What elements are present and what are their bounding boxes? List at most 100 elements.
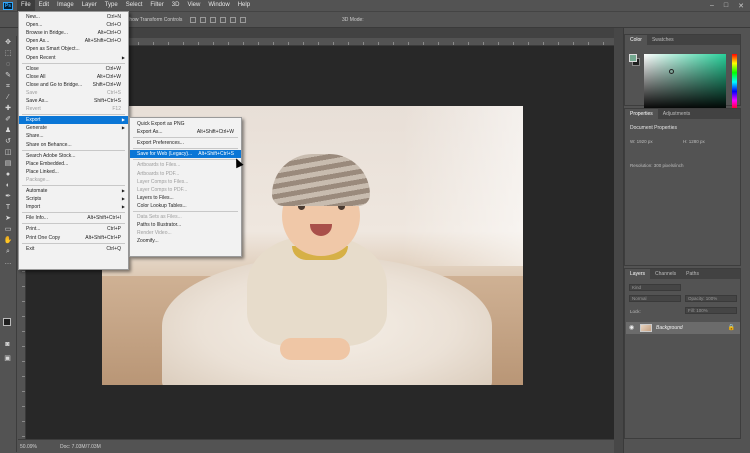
tab-paths[interactable]: Paths	[681, 269, 704, 279]
menu-help[interactable]: Help	[234, 0, 254, 11]
tab-properties[interactable]: Properties	[625, 109, 658, 119]
file-item-import[interactable]: Import ▶	[19, 203, 128, 211]
zoom-level[interactable]: 50.09%	[20, 444, 37, 450]
visibility-eye-icon[interactable]: ◉	[629, 324, 634, 331]
file-item-open-as-smart-object[interactable]: Open as Smart Object...	[19, 45, 128, 53]
show-transform-controls-label[interactable]: Show Transform Controls	[126, 17, 182, 23]
file-item-open-as[interactable]: Open As... Alt+Shift+Ctrl+O	[19, 37, 128, 45]
align-bottom-icon[interactable]	[240, 17, 246, 23]
color-panel-fg-swatch[interactable]	[629, 54, 637, 62]
more-tools-icon[interactable]: …	[4, 258, 13, 267]
minimize-icon[interactable]: –	[710, 2, 714, 10]
color-picker-field[interactable]	[644, 54, 726, 110]
menu-file[interactable]: File	[17, 0, 35, 11]
tab-channels[interactable]: Channels	[650, 269, 681, 279]
lock-icon[interactable]: 🔒	[728, 324, 735, 331]
export-item-artboards-to-pdf[interactable]: Artboards to PDF...	[130, 170, 241, 178]
menu-filter[interactable]: Filter	[146, 0, 167, 11]
blend-mode-select[interactable]: Normal	[629, 295, 681, 302]
file-item-save[interactable]: Save Ctrl+S	[19, 89, 128, 97]
file-item-scripts[interactable]: Scripts ▶	[19, 195, 128, 203]
width-value[interactable]: W: 1920 px	[630, 139, 653, 144]
export-item-layers-to-files[interactable]: Layers to Files...	[130, 194, 241, 202]
tab-layers[interactable]: Layers	[625, 269, 651, 279]
file-item-close-all[interactable]: Close All Alt+Ctrl+W	[19, 73, 128, 81]
align-top-icon[interactable]	[220, 17, 226, 23]
history-brush-tool-icon[interactable]: ↺	[4, 137, 13, 146]
opacity-field[interactable]: Opacity: 100%	[685, 295, 737, 302]
export-item-save-for-web-legacy[interactable]: Save for Web (Legacy)... Alt+Shift+Ctrl+S	[130, 150, 241, 159]
file-item-package[interactable]: Package...	[19, 176, 128, 184]
file-item-share[interactable]: Share...	[19, 132, 128, 140]
height-value[interactable]: H: 1280 px	[683, 139, 705, 144]
file-item-open[interactable]: Open... Ctrl+O	[19, 21, 128, 29]
hand-tool-icon[interactable]: ✋	[4, 236, 13, 245]
marquee-tool-icon[interactable]: ⬚	[4, 49, 13, 58]
export-item-render-video[interactable]: Render Video...	[130, 229, 241, 237]
pen-tool-icon[interactable]: ✒	[4, 192, 13, 201]
export-item-quick-export-as-png[interactable]: Quick Export as PNG	[130, 120, 241, 128]
eyedropper-tool-icon[interactable]: ⁄	[4, 93, 13, 102]
color-picker-handle[interactable]	[669, 69, 674, 74]
align-left-icon[interactable]	[190, 17, 196, 23]
gradient-tool-icon[interactable]: ▤	[4, 159, 13, 168]
file-item-export[interactable]: Export ▶	[19, 116, 128, 125]
quick-mask-icon[interactable]: ◙	[3, 340, 12, 349]
file-item-open-recent[interactable]: Open Recent ▶	[19, 54, 128, 62]
file-item-browse-in-bridge[interactable]: Browse in Bridge... Alt+Ctrl+O	[19, 29, 128, 37]
align-middle-icon[interactable]	[230, 17, 236, 23]
hue-slider[interactable]	[732, 54, 737, 110]
file-item-revert[interactable]: Revert F12	[19, 105, 128, 113]
file-item-file-info[interactable]: File Info... Alt+Shift+Ctrl+I	[19, 214, 128, 222]
crop-tool-icon[interactable]: ⌗	[4, 82, 13, 91]
path-select-tool-icon[interactable]: ➤	[4, 214, 13, 223]
stamp-tool-icon[interactable]: ♟	[4, 126, 13, 135]
file-item-automate[interactable]: Automate ▶	[19, 187, 128, 195]
file-item-close-and-go-to-bridge[interactable]: Close and Go to Bridge... Shift+Ctrl+W	[19, 81, 128, 89]
menu-3d[interactable]: 3D	[168, 0, 184, 11]
brush-tool-icon[interactable]: ✐	[4, 115, 13, 124]
export-item-export-as[interactable]: Export As... Alt+Shift+Ctrl+W	[130, 128, 241, 136]
document-size[interactable]: Doc: 7.03M/7.03M	[60, 444, 101, 450]
fill-field[interactable]: Fill: 100%	[685, 307, 737, 314]
resolution-value[interactable]: Resolution: 300 pixels/inch	[630, 163, 684, 168]
align-center-icon[interactable]	[200, 17, 206, 23]
export-item-layer-comps-to-pdf[interactable]: Layer Comps to PDF...	[130, 186, 241, 194]
file-item-new[interactable]: New... Ctrl+N	[19, 13, 128, 21]
export-item-zoomify[interactable]: Zoomify...	[130, 237, 241, 245]
move-tool-icon[interactable]: ✥	[4, 38, 13, 47]
foreground-color-swatch[interactable]	[3, 318, 11, 326]
menu-edit[interactable]: Edit	[35, 0, 53, 11]
close-icon[interactable]: ✕	[738, 2, 744, 10]
file-item-print[interactable]: Print... Ctrl+P	[19, 225, 128, 233]
layer-background[interactable]: ◉ Background 🔒	[626, 322, 740, 334]
maximize-icon[interactable]: □	[724, 2, 728, 10]
tab-adjustments[interactable]: Adjustments	[658, 109, 696, 119]
layer-filter-kind[interactable]: Kind	[629, 284, 681, 291]
file-item-save-as[interactable]: Save As... Shift+Ctrl+S	[19, 97, 128, 105]
menu-select[interactable]: Select	[122, 0, 147, 11]
file-item-print-one-copy[interactable]: Print One Copy Alt+Shift+Ctrl+P	[19, 234, 128, 242]
menu-layer[interactable]: Layer	[78, 0, 101, 11]
shape-tool-icon[interactable]: ▭	[4, 225, 13, 234]
menu-image[interactable]: Image	[53, 0, 78, 11]
file-item-close[interactable]: Close Ctrl+W	[19, 65, 128, 73]
tab-swatches[interactable]: Swatches	[647, 35, 679, 45]
blur-tool-icon[interactable]: ●	[4, 170, 13, 179]
menu-view[interactable]: View	[183, 0, 204, 11]
menu-window[interactable]: Window	[204, 0, 233, 11]
export-item-export-preferences[interactable]: Export Preferences...	[130, 139, 241, 147]
tab-color[interactable]: Color	[625, 35, 647, 45]
export-item-layer-comps-to-files[interactable]: Layer Comps to Files...	[130, 178, 241, 186]
file-item-generate[interactable]: Generate ▶	[19, 124, 128, 132]
menu-type[interactable]: Type	[101, 0, 122, 11]
file-item-exit[interactable]: Exit Ctrl+Q	[19, 245, 128, 253]
lasso-tool-icon[interactable]: ◌	[4, 60, 13, 69]
eraser-tool-icon[interactable]: ◫	[4, 148, 13, 157]
healing-tool-icon[interactable]: ✚	[4, 104, 13, 113]
file-item-place-linked[interactable]: Place Linked...	[19, 168, 128, 176]
align-right-icon[interactable]	[210, 17, 216, 23]
export-item-color-lookup-tables[interactable]: Color Lookup Tables...	[130, 202, 241, 210]
zoom-tool-icon[interactable]: ⌕	[4, 247, 13, 256]
file-item-share-on-behance[interactable]: Share on Behance...	[19, 141, 128, 149]
